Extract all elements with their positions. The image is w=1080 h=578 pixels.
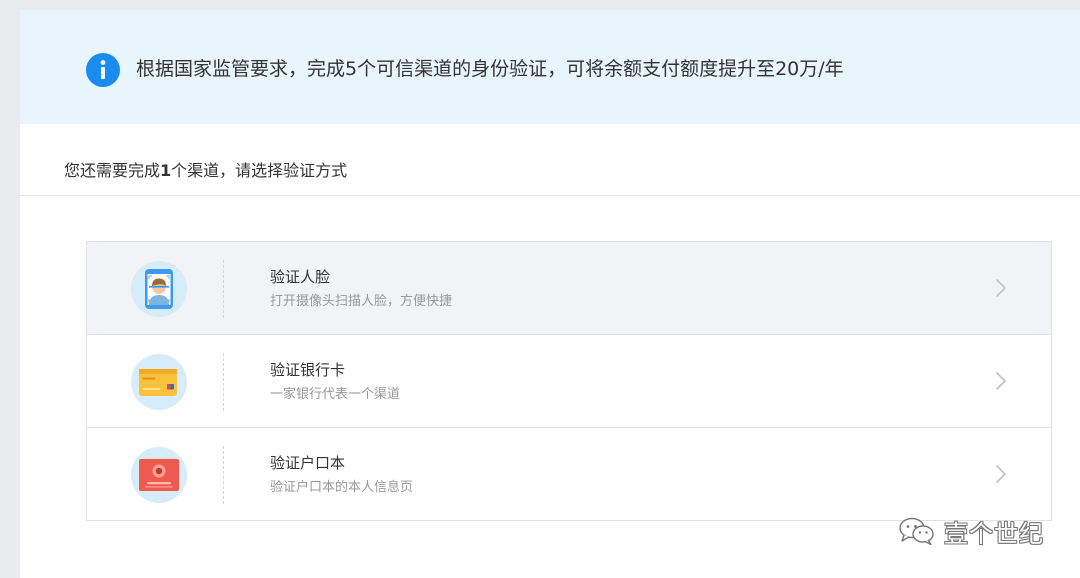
option-household-register-verification[interactable]: 验证户口本 验证户口本的本人信息页 bbox=[87, 428, 1051, 521]
option-separator bbox=[223, 446, 224, 504]
notice-text: 根据国家监管要求，完成5个可信渠道的身份验证，可将余额支付额度提升至20万/年 bbox=[136, 58, 844, 80]
watermark: 壹个世纪 bbox=[898, 514, 1044, 548]
option-separator bbox=[223, 353, 224, 411]
face-scan-icon bbox=[131, 261, 187, 317]
chevron-right-icon bbox=[996, 279, 1006, 297]
requirement-prefix: 您还需要完成 bbox=[64, 161, 161, 180]
notice-banner: 根据国家监管要求，完成5个可信渠道的身份验证，可将余额支付额度提升至20万/年 bbox=[20, 10, 1080, 124]
option-separator bbox=[223, 260, 224, 318]
household-register-icon bbox=[131, 447, 187, 503]
requirement-suffix: 个渠道，请选择验证方式 bbox=[171, 161, 348, 180]
option-face-verification[interactable]: 验证人脸 打开摄像头扫描人脸，方便快捷 bbox=[87, 242, 1051, 335]
channel-requirement-text: 您还需要完成1个渠道，请选择验证方式 bbox=[64, 160, 347, 182]
option-description: 验证户口本的本人信息页 bbox=[270, 480, 414, 495]
wechat-icon bbox=[899, 517, 934, 546]
option-description: 打开摄像头扫描人脸，方便快捷 bbox=[270, 294, 453, 309]
option-description: 一家银行代表一个渠道 bbox=[270, 387, 401, 402]
option-title: 验证人脸 bbox=[270, 268, 331, 286]
divider bbox=[20, 195, 1080, 196]
bank-card-icon bbox=[131, 354, 187, 410]
option-title: 验证银行卡 bbox=[270, 361, 346, 379]
chevron-right-icon bbox=[996, 465, 1006, 483]
info-icon bbox=[86, 53, 120, 87]
requirement-count: 1 bbox=[160, 161, 172, 180]
option-bank-card-verification[interactable]: 验证银行卡 一家银行代表一个渠道 bbox=[87, 335, 1051, 428]
option-title: 验证户口本 bbox=[270, 454, 346, 472]
verification-panel: 根据国家监管要求，完成5个可信渠道的身份验证，可将余额支付额度提升至20万/年 … bbox=[20, 10, 1080, 578]
watermark-text: 壹个世纪 bbox=[944, 519, 1044, 548]
chevron-right-icon bbox=[996, 372, 1006, 390]
verification-options-list: 验证人脸 打开摄像头扫描人脸，方便快捷 验证银行卡 一家银行代表一个渠道 验证户… bbox=[86, 241, 1052, 521]
